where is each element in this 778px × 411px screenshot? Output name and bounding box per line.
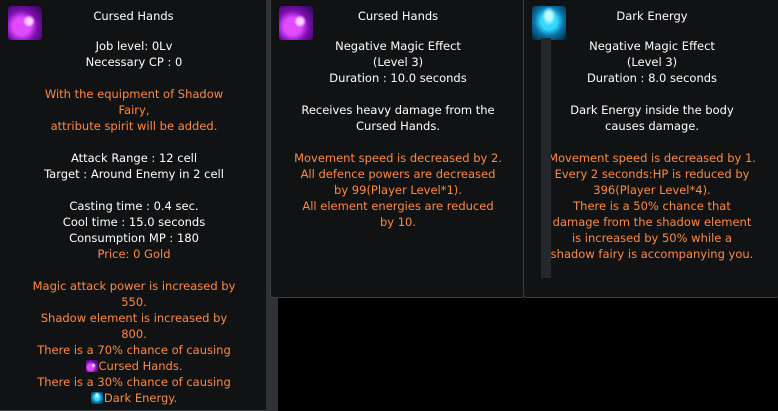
effect-tooltip-cursed-hands: Cursed Hands Negative Magic Effect (Leve… [270,0,526,298]
attack-range: Attack Range : 12 cell [70,151,198,165]
price: Price: 0 Gold [97,247,171,261]
effect-tooltip-dark-energy: Dark Energy Negative Magic Effect (Level… [523,0,778,298]
effect-line: Dark Energy. [0,390,268,406]
effect-line: There is a 70% chance of causing [37,343,231,357]
skill-tooltip-cursed-hands: Cursed Hands Job level: 0Lv Necessary CP… [0,0,268,411]
consumption-mp: Consumption MP : 180 [69,231,199,245]
effect-line: is increased by 50% while a [571,231,733,245]
scrollbar[interactable] [541,38,551,278]
equip-note-line: With the equipment of Shadow [44,87,224,101]
description-line: Dark Energy inside the body [570,103,734,117]
effect-line: by 10. [379,215,417,229]
job-level: Job level: 0Lv [95,39,173,53]
effect-line: Movement speed is decreased by 2. [294,151,502,165]
cursed-hands-icon [279,6,313,40]
effect-duration: Duration : 10.0 seconds [329,71,467,85]
effect-line: All defence powers are decreased [300,167,496,181]
effect-type: Negative Magic Effect [589,39,715,53]
effect-line: damage from the shadow element [552,215,752,229]
effect-level: (Level 3) [372,55,424,69]
effect-line: 396(Player Level*4). [593,183,711,197]
effect-line: Movement speed is decreased by 1. [548,151,756,165]
target: Target : Around Enemy in 2 cell [44,167,224,181]
effect-text: Cursed Hands. [98,359,183,373]
description-line: Receives heavy damage from the [301,103,495,117]
effect-line: There is a 50% chance that [573,199,731,213]
effect-line: Shadow element is increased by [40,311,228,325]
effect-level: (Level 3) [626,55,678,69]
dark-energy-icon [90,392,103,404]
casting-time: Casting time : 0.4 sec. [69,199,199,213]
necessary-cp: Necessary CP : 0 [85,55,183,69]
effect-line: 800. [121,327,147,341]
description-line: causes damage. [605,119,699,133]
equip-note-line: Fairy, [118,103,150,117]
effect-line: There is a 30% chance of causing [37,375,231,389]
effect-line: Cursed Hands. [0,358,268,374]
description-line: Cursed Hands. [356,119,440,133]
cursed-hands-icon [8,6,42,40]
effect-line: shadow fairy is accompanying you. [550,247,754,261]
effect-duration: Duration : 8.0 seconds [586,71,718,85]
cursed-hands-icon [85,360,98,372]
dark-energy-icon [532,6,566,40]
effect-line: Magic attack power is increased by [32,279,236,293]
effect-text: Dark Energy. [103,391,178,405]
equip-note-line: attribute spirit will be added. [50,119,218,133]
effect-line: by 99(Player Level*1). [334,183,462,197]
cool-time: Cool time : 15.0 seconds [62,215,206,229]
effect-line: 550. [121,295,147,309]
effect-line: Every 2 seconds:HP is reduced by [554,167,750,181]
effect-line: All element energies are reduced [302,199,494,213]
effect-type: Negative Magic Effect [335,39,461,53]
